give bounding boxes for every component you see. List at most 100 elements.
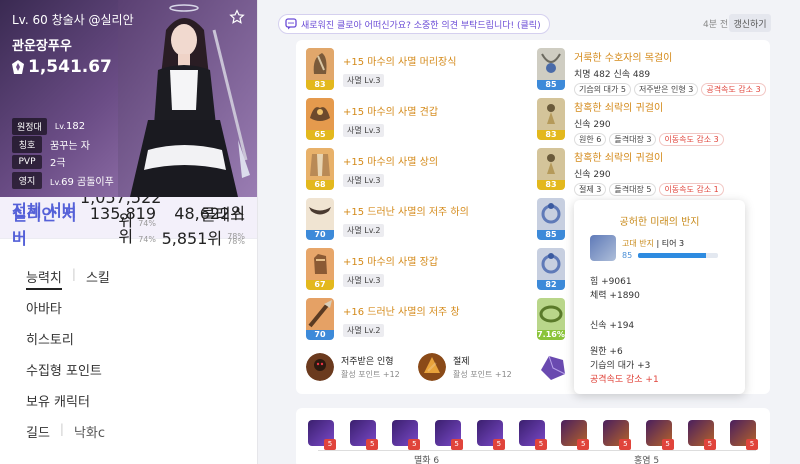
necklace-icon <box>537 48 565 80</box>
engraving-chip: 기습의 대가 5 <box>574 83 631 96</box>
menu-item-stats[interactable]: 능력치 <box>26 267 62 290</box>
menu-item-guild[interactable]: 길드 <box>26 422 50 441</box>
engraving-chip: 원한 6 <box>574 133 607 146</box>
tooltip-penalty: 공격속도 감소 +1 <box>590 375 659 385</box>
gem-level-badge: 5 <box>619 439 632 450</box>
menu-item-collectibles[interactable]: 수집형 포인트 <box>26 360 257 391</box>
accessory-name: 거룩한 수호자의 목걸이 <box>574 53 673 64</box>
shoulder-gear-icon <box>306 98 334 130</box>
guild-name[interactable]: 낙화c <box>74 422 105 441</box>
annihilation-gem-icon[interactable]: 5 <box>350 420 379 450</box>
engraving-book-info: 저주받은 인형 활성 포인트 +12 <box>341 354 400 380</box>
pants-gear-icon <box>306 198 334 230</box>
equipment-item-weapon[interactable]: 70 +16 드러난 사멸의 저주 창 사멸 Lv.2 <box>306 298 460 340</box>
last-updated: 4분 전 <box>703 20 729 30</box>
annihilation-gem-icon[interactable]: 5 <box>519 420 547 450</box>
accessory-necklace[interactable]: 85 거룩한 수호자의 목걸이 치명 482 신속 489 기습의 대가 5 저… <box>537 48 766 96</box>
quality-badge: 7.16% <box>537 330 565 340</box>
equipment-name: +15 마수의 사멸 견갑 <box>343 107 439 118</box>
equipment-item-head[interactable]: 83 +15 마수의 사멸 머리장식 사멸 Lv.3 <box>306 48 456 90</box>
accessory-earring-2[interactable]: 83 참혹한 쇠락의 귀걸이 신속 290 절제 3 돌격대장 5 이동속도 감… <box>537 148 724 196</box>
engraving-chip: 저주받은 인형 3 <box>633 83 699 96</box>
character-card: Lv. 60 창술사 @실리안 관운장푸우 1,541.67 원정대 Lv.18… <box>0 0 257 197</box>
bracelet-icon <box>537 298 565 330</box>
menu-item-avatar[interactable]: 아바타 <box>26 298 257 329</box>
annihilation-gem-icon[interactable]: 5 <box>434 420 463 450</box>
annihilation-gem-icon[interactable]: 5 <box>392 420 421 450</box>
tag-expedition: 원정대 Lv.182 <box>12 118 85 135</box>
accessory-engravings: 원한 6 돌격대장 3 이동속도 감소 3 <box>574 133 724 146</box>
annihilation-gem-icon[interactable]: 5 <box>476 420 505 450</box>
favorite-star-icon[interactable] <box>229 9 245 25</box>
quality-badge: 85 <box>537 230 565 240</box>
quality-badge: 67 <box>306 280 334 290</box>
accessory-slot: 83 <box>537 98 565 140</box>
menu-item-history[interactable]: 히스토리 <box>26 329 257 360</box>
menu-divider: | <box>59 422 64 436</box>
engraving-book[interactable]: 절제 활성 포인트 +12 <box>418 353 512 381</box>
earring-icon <box>537 148 565 180</box>
crimson-flame-gem-icon[interactable]: 5 <box>687 420 716 450</box>
character-level-class: Lv. 60 창술사 @실리안 <box>12 13 134 27</box>
penalty-chip: 공격속도 감소 3 <box>701 83 766 96</box>
menu-item-characters[interactable]: 보유 캐릭터 <box>26 391 257 422</box>
accessory-slot: 82 <box>537 248 565 290</box>
menu-item-skills[interactable]: 스킬 <box>86 267 110 286</box>
gem-level-badge: 5 <box>492 439 505 450</box>
accessory-earring-1[interactable]: 83 참혹한 쇠락의 귀걸이 신속 290 원한 6 돌격대장 3 이동속도 감… <box>537 98 724 146</box>
ring-icon <box>537 198 565 230</box>
engraving-book-name: 저주받은 인형 <box>341 357 394 367</box>
equipment-set-level: 사멸 Lv.3 <box>343 74 385 87</box>
menu-row-stats: 능력치 | 스킬 <box>26 267 257 298</box>
accessory-name: 참혹한 쇠락의 귀걸이 <box>574 103 664 114</box>
tooltip-type: 고대 반지 | 티어 3 <box>622 239 685 248</box>
equipment-info: +16 드러난 사멸의 저주 창 사멸 Lv.2 <box>343 298 460 337</box>
accessory-engravings: 절제 3 돌격대장 5 이동속도 감소 1 <box>574 183 724 196</box>
quality-badge: 83 <box>537 180 565 190</box>
accessory-slot: 83 <box>537 148 565 190</box>
tag-label: 영지 <box>12 172 42 189</box>
annihilation-gem-icon[interactable]: 5 <box>308 420 336 450</box>
item-level-icon <box>12 60 24 74</box>
ring-icon <box>590 235 616 261</box>
earring-icon <box>537 98 565 130</box>
crimson-flame-gem-icon[interactable]: 5 <box>730 420 758 450</box>
quality-badge: 85 <box>537 80 565 90</box>
crimson-flame-gem-icon[interactable]: 5 <box>645 420 674 450</box>
gem-level-badge: 5 <box>535 439 547 450</box>
accessory-ring-2[interactable]: 82 <box>537 248 565 290</box>
equipment-item-shoulder[interactable]: 65 +15 마수의 사멸 견갑 사멸 Lv.3 <box>306 98 438 140</box>
accessory-bracelet[interactable]: 7.16% <box>537 298 565 340</box>
tooltip-quality: 85 <box>622 251 633 260</box>
equipment-item-chest[interactable]: 68 +15 마수의 사멸 상의 사멸 Lv.3 <box>306 148 438 190</box>
equipment-item-pants[interactable]: 70 +15 드러난 사멸의 저주 하의 사멸 Lv.2 <box>306 198 469 240</box>
equipment-item-gloves[interactable]: 67 +15 마수의 사멸 장갑 사멸 Lv.3 <box>306 248 438 290</box>
accessory-name: 참혹한 쇠락의 귀걸이 <box>574 153 664 164</box>
engraving-book-info: 절제 활성 포인트 +12 <box>453 354 512 380</box>
equipment-info: +15 마수의 사멸 장갑 사멸 Lv.3 <box>343 248 438 287</box>
ability-stone[interactable] <box>537 352 567 382</box>
engraving-book[interactable]: 저주받은 인형 활성 포인트 +12 <box>306 353 400 381</box>
accessory-ring-1[interactable]: 85 <box>537 198 565 240</box>
equipment-name: +15 마수의 사멸 상의 <box>343 157 439 168</box>
equipment-info: +15 드러난 사멸의 저주 하의 사멸 Lv.2 <box>343 198 469 237</box>
equipment-name: +15 드러난 사멸의 저주 하의 <box>343 207 469 218</box>
quality-bar-fill <box>638 253 706 258</box>
equipment-slot: 70 <box>306 198 334 240</box>
equipment-set-level: 사멸 Lv.2 <box>343 224 385 237</box>
feedback-notice-button[interactable]: 새로워진 클로아 어떠신가요? 소중한 의견 부탁드립니다! (클릭) <box>278 14 550 34</box>
crimson-flame-gem-icon[interactable]: 5 <box>561 420 590 450</box>
tooltip-extra-stat: 신속 +194 <box>590 321 635 331</box>
penalty-chip: 이동속도 감소 1 <box>659 183 724 196</box>
crimson-flame-gem-icon[interactable]: 5 <box>603 420 632 450</box>
refresh-button[interactable]: 갱신하기 <box>729 14 771 32</box>
equipment-set-level: 사멸 Lv.2 <box>343 324 385 337</box>
gem-level-badge: 5 <box>746 439 758 450</box>
chat-bubble-icon <box>285 18 297 30</box>
equipment-slot: 67 <box>306 248 334 290</box>
gem-level-badge: 5 <box>366 439 379 450</box>
gem-level-badge: 5 <box>450 439 463 450</box>
tag-value: Lv.182 <box>54 121 86 132</box>
tag-value: 2극 <box>50 158 66 169</box>
quality-badge: 83 <box>306 80 334 90</box>
